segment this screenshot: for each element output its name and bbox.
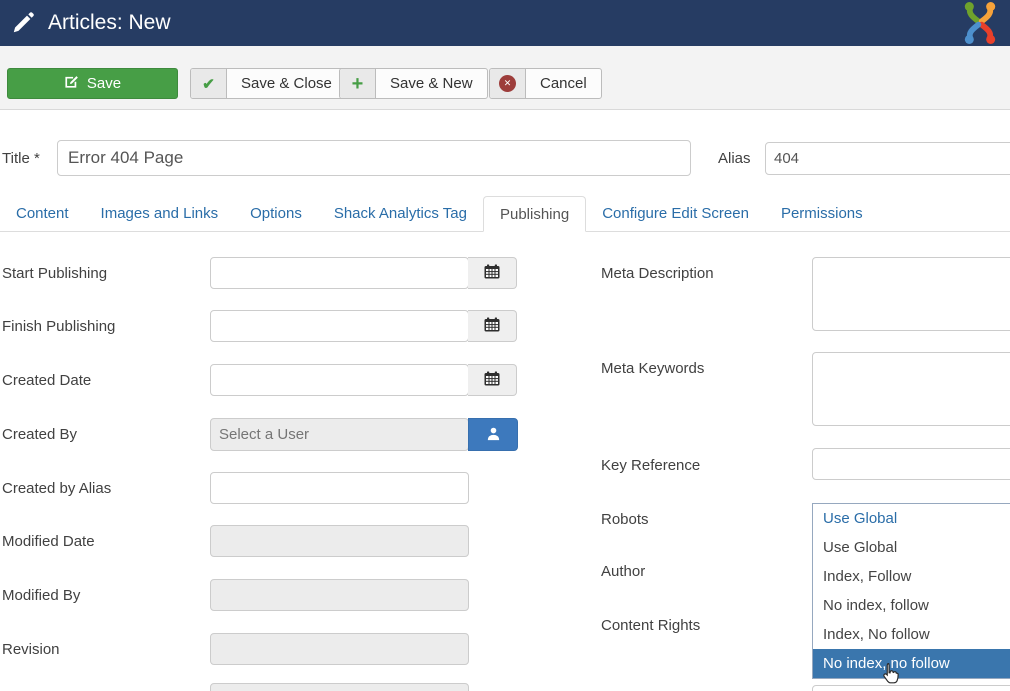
tab-shack-analytics-tag[interactable]: Shack Analytics Tag xyxy=(318,196,483,231)
tab-images-and-links[interactable]: Images and Links xyxy=(85,196,235,231)
page-title: Articles: New xyxy=(48,0,171,46)
created-date-input[interactable] xyxy=(210,364,469,396)
calendar-icon xyxy=(484,371,500,389)
save-button[interactable]: Save xyxy=(7,68,178,99)
start-publishing-input[interactable] xyxy=(210,257,469,289)
created-by-label: Created By xyxy=(2,426,77,443)
plus-icon: + xyxy=(340,69,376,98)
created-date-label: Created Date xyxy=(2,372,91,389)
title-label: Title * xyxy=(2,150,40,167)
save-and-new-label: Save & New xyxy=(376,69,487,98)
tab-content[interactable]: Content xyxy=(0,196,85,231)
modified-date-input xyxy=(210,525,469,557)
revision-label: Revision xyxy=(2,641,60,658)
alias-input[interactable] xyxy=(765,142,1010,175)
right-partial-input[interactable] xyxy=(812,685,1010,691)
robots-label: Robots xyxy=(601,511,649,528)
robots-option-index-no-follow[interactable]: Index, No follow xyxy=(813,620,1010,649)
hand-cursor-icon xyxy=(879,662,901,688)
toolbar: Save ✔ Save & Close + Save & New ✕ Cance… xyxy=(0,46,1010,110)
save-label: Save xyxy=(87,75,121,92)
edit-icon xyxy=(64,74,79,93)
cancel-label: Cancel xyxy=(526,69,601,98)
tab-options[interactable]: Options xyxy=(234,196,318,231)
start-publishing-calendar-button[interactable] xyxy=(468,257,517,289)
calendar-icon xyxy=(484,317,500,335)
created-by-alias-label: Created by Alias xyxy=(2,480,111,497)
user-icon xyxy=(486,426,501,444)
meta-description-textarea[interactable] xyxy=(812,257,1010,331)
modified-by-input xyxy=(210,579,469,611)
robots-option-no-index-follow[interactable]: No index, follow xyxy=(813,591,1010,620)
admin-header: Articles: New xyxy=(0,0,1010,46)
calendar-icon xyxy=(484,264,500,282)
title-input[interactable] xyxy=(57,140,691,176)
robots-option-index-follow[interactable]: Index, Follow xyxy=(813,562,1010,591)
cancel-button[interactable]: ✕ Cancel xyxy=(489,68,602,99)
meta-keywords-textarea[interactable] xyxy=(812,352,1010,426)
tab-permissions[interactable]: Permissions xyxy=(765,196,879,231)
finish-publishing-calendar-button[interactable] xyxy=(468,310,517,342)
robots-option-no-index-no-follow[interactable]: No index, no follow xyxy=(813,649,1010,678)
key-reference-input[interactable] xyxy=(812,448,1010,480)
pencil-icon xyxy=(10,10,36,36)
created-by-input[interactable] xyxy=(210,418,469,451)
robots-select-open: Use Global Use Global Index, Follow No i… xyxy=(812,503,1010,679)
tab-configure-edit-screen[interactable]: Configure Edit Screen xyxy=(586,196,765,231)
articles-new-page: Articles: New xyxy=(0,0,1010,691)
finish-publishing-label: Finish Publishing xyxy=(2,318,115,335)
author-label: Author xyxy=(601,563,645,580)
finish-publishing-input[interactable] xyxy=(210,310,469,342)
left-partial-input xyxy=(210,683,469,691)
key-reference-label: Key Reference xyxy=(601,457,700,474)
revision-input xyxy=(210,633,469,665)
created-by-alias-input[interactable] xyxy=(210,472,469,504)
robots-option-use-global[interactable]: Use Global xyxy=(813,533,1010,562)
save-and-close-button[interactable]: ✔ Save & Close xyxy=(190,68,347,99)
joomla-logo-icon xyxy=(952,0,1008,46)
modified-by-label: Modified By xyxy=(2,587,80,604)
meta-description-label: Meta Description xyxy=(601,265,714,282)
select-user-button[interactable] xyxy=(468,418,518,451)
content-rights-label: Content Rights xyxy=(601,617,700,634)
alias-label: Alias xyxy=(718,150,751,167)
meta-keywords-label: Meta Keywords xyxy=(601,360,704,377)
cancel-circle-icon: ✕ xyxy=(490,69,526,98)
tab-publishing[interactable]: Publishing xyxy=(483,196,586,232)
robots-selected-value[interactable]: Use Global xyxy=(813,504,1010,533)
check-icon: ✔ xyxy=(191,69,227,98)
save-and-new-button[interactable]: + Save & New xyxy=(339,68,488,99)
created-date-calendar-button[interactable] xyxy=(468,364,517,396)
modified-date-label: Modified Date xyxy=(2,533,95,550)
save-and-close-label: Save & Close xyxy=(227,69,346,98)
start-publishing-label: Start Publishing xyxy=(2,265,107,282)
edit-tabs: Content Images and Links Options Shack A… xyxy=(0,196,1010,232)
